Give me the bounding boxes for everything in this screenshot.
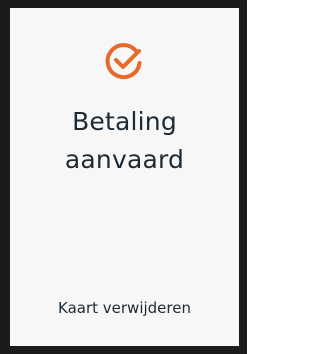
status-title-line1: Betaling <box>72 107 177 136</box>
remove-card-button[interactable]: Kaart verwijderen <box>10 298 239 318</box>
payment-screen: Betaling aanvaard Kaart verwijderen <box>10 8 239 346</box>
status-title: Betaling aanvaard <box>10 103 239 179</box>
status-title-line2: aanvaard <box>64 145 185 174</box>
device-frame: Betaling aanvaard Kaart verwijderen <box>0 0 247 354</box>
check-circle-icon <box>105 43 142 80</box>
